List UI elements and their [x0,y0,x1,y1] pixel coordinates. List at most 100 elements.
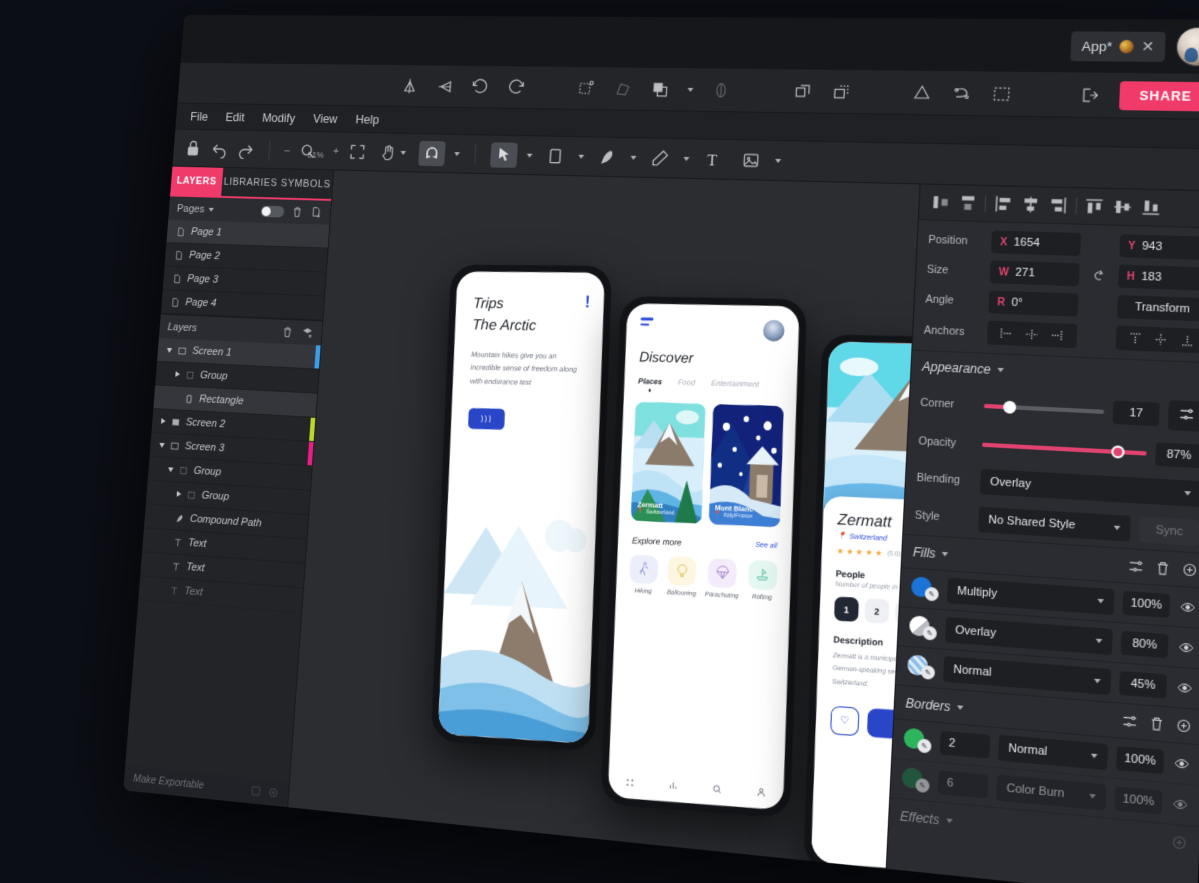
heart-icon[interactable]: ♡ [830,706,860,737]
opacity-slider[interactable] [982,442,1147,459]
align-bottom-icon[interactable] [1140,197,1163,219]
tab-libraries[interactable]: LIBRARIES [221,168,280,198]
border-color-swatch[interactable]: ✎ [903,727,932,754]
pages-collapse-icon[interactable] [208,207,215,212]
fill-color-swatch[interactable]: ✎ [908,615,938,641]
anchor-middle-icon[interactable] [1152,331,1169,348]
border-blend-select[interactable]: Normal [997,734,1109,771]
rotate-ccw-icon[interactable] [471,77,491,96]
effects-collapse-icon[interactable] [945,817,953,823]
phone3-people-option[interactable]: 1 [834,596,859,622]
flip-horizontal-icon[interactable] [930,192,952,213]
border-visibility-icon[interactable] [1172,755,1191,772]
rectangle-icon[interactable] [545,146,565,166]
zoom-in-icon[interactable]: + [333,145,340,157]
anchor-bottom-icon[interactable] [1178,332,1195,349]
search-icon[interactable] [711,783,723,797]
pen-tool[interactable] [593,144,622,170]
ungroup-icon[interactable] [831,81,852,101]
disclosure-triangle-icon[interactable] [167,466,174,472]
rotate-cw-icon[interactable] [506,77,526,97]
flip-vertical-icon[interactable] [435,76,455,95]
fill-visibility-icon[interactable] [1175,680,1194,697]
tab-layers[interactable]: LAYERS [170,166,224,196]
border-width-value[interactable]: 6 [937,770,989,799]
phone2-card-zermatt[interactable]: Zermatt 📍 Switzerland [630,401,706,524]
phone1-next-button[interactable]: ⟩⟩⟩ [467,407,506,430]
magnet-icon[interactable] [422,143,442,163]
pencil-dropdown-icon[interactable] [682,156,690,161]
phone2-activity-hiking[interactable]: Hiking [628,553,660,595]
phone2-tab-entertainment[interactable]: Entertainment [711,378,759,394]
image-dropdown-icon[interactable] [774,158,781,163]
border-visibility-icon[interactable] [1171,796,1190,813]
fills-add-icon[interactable] [1181,561,1199,578]
make-exportable-row[interactable]: Make Exportable [123,764,290,808]
fit-icon[interactable] [347,142,367,161]
vector-icon[interactable] [911,82,933,103]
align-center-h-icon[interactable] [1020,194,1042,215]
disclosure-triangle-icon[interactable] [166,347,173,353]
align-left-icon[interactable] [992,193,1014,214]
fill-color-swatch[interactable]: ✎ [907,654,936,680]
size-h-field[interactable]: H 183 [1117,264,1199,291]
borders-settings-icon[interactable] [1121,712,1138,730]
disclosure-triangle-icon[interactable] [175,371,181,378]
pointer-icon[interactable] [494,145,514,165]
group-icon[interactable] [793,81,814,101]
menu-item-edit[interactable]: Edit [225,110,245,123]
add-layer-icon[interactable] [301,326,314,339]
phone2-avatar[interactable] [762,319,785,342]
hand-tool[interactable] [374,139,410,165]
boolean-union-icon[interactable] [650,79,671,99]
design-canvas[interactable]: ! Trips The Arctic Mountain hikes give y… [288,170,920,869]
fill-opacity-value[interactable]: 80% [1120,630,1169,659]
sync-button[interactable]: Sync [1138,516,1199,547]
border-blend-select[interactable]: Color Burn [996,774,1107,811]
share-button[interactable]: SHARE [1119,80,1199,111]
angle-field[interactable]: R 0° [988,290,1079,317]
image-tool[interactable] [736,147,765,174]
fills-settings-icon[interactable] [1127,558,1144,575]
corner-slider[interactable] [983,400,1105,414]
pointer-dropdown-icon[interactable] [526,153,533,158]
size-w-field[interactable]: W 271 [989,260,1080,287]
style-select[interactable]: No Shared Style [978,506,1131,542]
pen-dropdown-icon[interactable] [630,155,637,160]
marquee-icon[interactable] [991,83,1013,104]
path-icon[interactable] [951,83,973,104]
flip-vertical-icon[interactable] [957,193,979,214]
blending-select[interactable]: Overlay [979,468,1199,508]
pencil-tool[interactable] [645,145,674,171]
phone2-tab-places[interactable]: Places [638,377,662,392]
zoom-icon[interactable] [298,141,317,160]
flip-horizontal-icon[interactable] [400,76,420,95]
anchor-top-icon[interactable] [1126,330,1143,347]
redo-icon[interactable] [236,140,255,159]
borders-collapse-icon[interactable] [956,704,964,710]
border-width-value[interactable]: 2 [939,730,991,759]
tab-symbols[interactable]: SYMBOLS [278,169,333,199]
fills-delete-icon[interactable] [1154,559,1171,576]
fill-visibility-icon[interactable] [1178,599,1197,615]
document-tab[interactable]: App* ✕ [1070,30,1166,62]
align-top-icon[interactable] [1083,196,1106,217]
borders-add-icon[interactable] [1175,717,1193,735]
menu-item-help[interactable]: Help [355,112,379,126]
opacity-value[interactable]: 87% [1155,442,1199,469]
disclosure-triangle-icon[interactable] [176,490,182,497]
fill-opacity-value[interactable]: 100% [1122,590,1171,618]
phone2-activity-ballooning[interactable]: Ballooning [666,555,698,598]
chart-icon[interactable] [667,780,679,794]
add-export-icon[interactable] [267,786,279,799]
pages-visibility-toggle[interactable] [260,205,285,218]
hand-icon[interactable] [378,142,398,161]
magnet-tool[interactable] [417,140,446,166]
disclosure-triangle-icon[interactable] [160,418,166,425]
phone-mockup-discover[interactable]: Discover Places Food Entertainment Zerma… [600,296,807,819]
export-icon[interactable] [1078,84,1100,105]
pen-icon[interactable] [597,147,618,167]
anchor-left-icon[interactable] [998,325,1015,341]
border-color-swatch[interactable]: ✎ [901,767,930,794]
menu-item-modify[interactable]: Modify [262,111,296,125]
